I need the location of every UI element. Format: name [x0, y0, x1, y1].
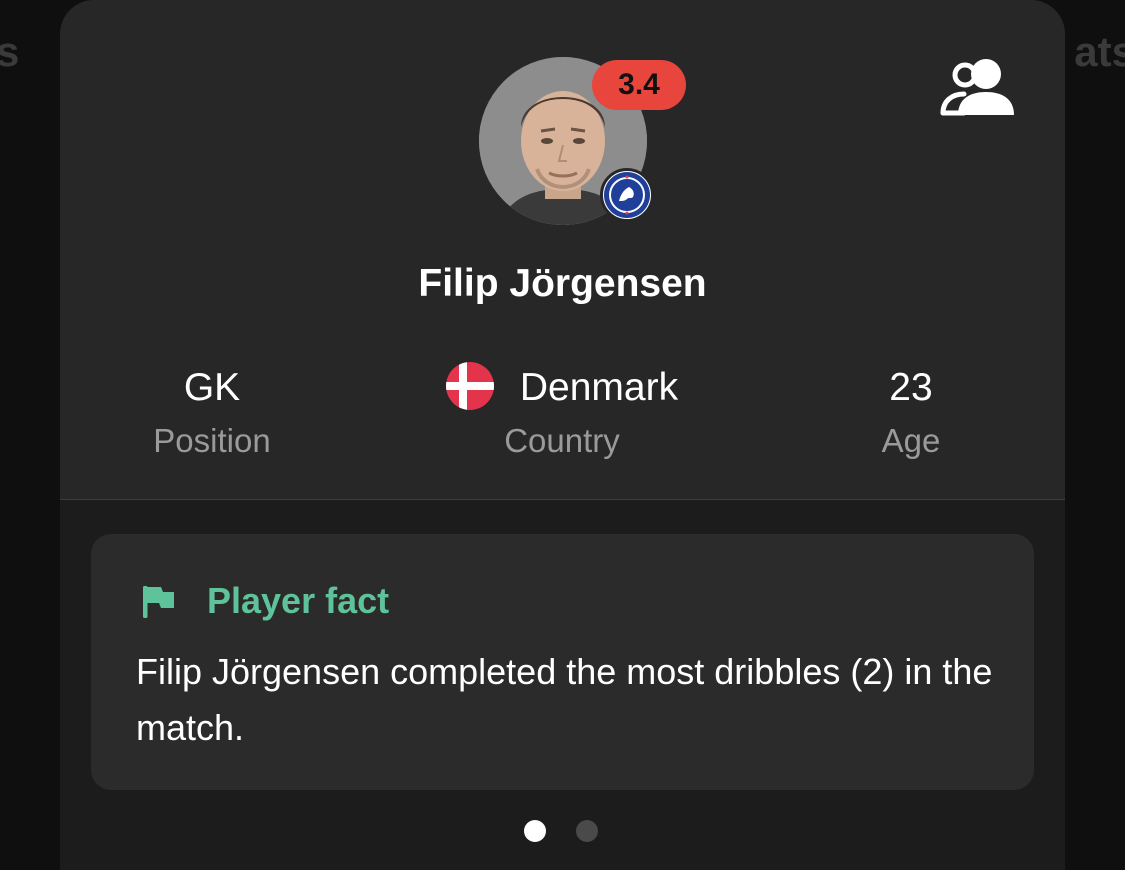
background-tab-right: ats: [1074, 28, 1125, 75]
player-name: Filip Jörgensen: [418, 262, 707, 305]
fact-text: Filip Jörgensen completed the most dribb…: [136, 651, 993, 748]
country-value-row: Denmark: [412, 362, 712, 414]
position-value: GK: [183, 366, 241, 409]
age-info: 23 Age: [811, 362, 1011, 460]
country-label: Country: [504, 422, 620, 459]
page-indicator: [524, 820, 598, 842]
denmark-flag-icon: [445, 362, 494, 410]
country-info: Denmark Country: [412, 362, 712, 460]
chelsea-badge-icon: [600, 168, 654, 222]
people-icon: [940, 59, 1014, 116]
background-tab-left: s: [0, 28, 20, 75]
page-dot-2[interactable]: [576, 820, 598, 842]
fact-header: Player fact: [141, 580, 389, 622]
player-fact-card: Player fact Filip Jörgensen completed th…: [91, 534, 1034, 790]
flag-icon: [143, 586, 174, 618]
position-info: GK Position: [112, 362, 312, 460]
player-rating-badge: 3.4: [592, 60, 686, 110]
page-dot-1[interactable]: [524, 820, 546, 842]
player-header: 3.4 Filip Jörgensen GK Position Denmark …: [60, 0, 1065, 500]
country-name: Denmark: [519, 366, 679, 409]
age-label: Age: [881, 422, 941, 459]
age-value: 23: [889, 366, 933, 409]
compare-players-button[interactable]: [938, 56, 1018, 120]
position-label: Position: [153, 422, 271, 459]
player-avatar[interactable]: 3.4: [479, 57, 686, 227]
player-sheet: 3.4 Filip Jörgensen GK Position Denmark …: [60, 0, 1065, 870]
fact-title: Player fact: [207, 580, 390, 621]
